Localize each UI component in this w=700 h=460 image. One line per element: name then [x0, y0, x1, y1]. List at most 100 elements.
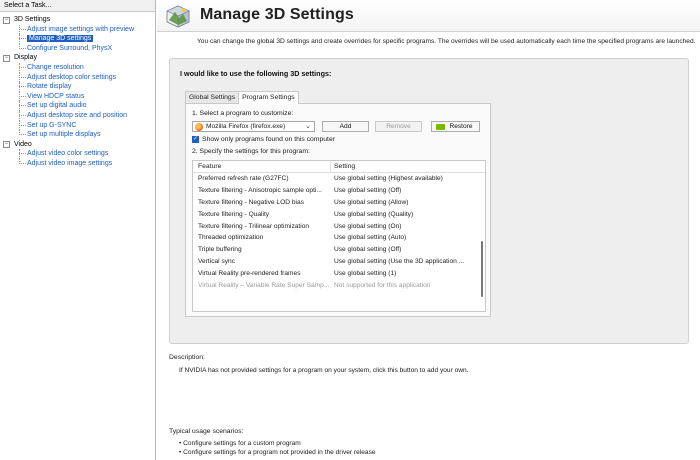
- table-row[interactable]: Threaded optimization Use global setting …: [193, 232, 485, 244]
- column-header-setting[interactable]: Setting: [331, 161, 477, 172]
- tree-category[interactable]: −3D Settings: [0, 15, 155, 25]
- description-label: Description:: [169, 354, 205, 361]
- tree-item-label: Configure Surround, PhysX: [27, 44, 113, 52]
- step1-label: 1. Select a program to customize:: [192, 110, 294, 117]
- intro-text: You can change the global 3D settings an…: [197, 38, 696, 45]
- tree-item[interactable]: Adjust video color settings: [0, 149, 155, 159]
- tree-connector: [19, 82, 26, 88]
- table-row[interactable]: Vertical sync Use global setting (Use the…: [193, 256, 485, 268]
- feature-cell: Vertical sync: [198, 258, 236, 266]
- tree-item[interactable]: Rotate display: [0, 82, 155, 92]
- tree-item[interactable]: Adjust desktop color settings: [0, 72, 155, 83]
- tree-item-label: Set up G-SYNC: [27, 121, 77, 129]
- collapse-icon[interactable]: −: [3, 16, 10, 24]
- tab-program-settings[interactable]: Program Settings: [238, 91, 299, 104]
- usage-item: Configure settings for a custom program: [179, 439, 376, 448]
- feature-cell: Texture filtering - Negative LOD bias: [198, 198, 304, 206]
- tree-item[interactable]: Adjust image settings with preview: [0, 24, 155, 35]
- setting-cell[interactable]: Not supported for this application: [331, 280, 477, 292]
- setting-cell[interactable]: Use global setting (Quality): [331, 209, 477, 221]
- tree-connector: [19, 158, 26, 164]
- tree-connector: [19, 25, 26, 30]
- tree-item[interactable]: Adjust desktop size and position: [0, 110, 155, 121]
- tree-item[interactable]: Adjust video image settings: [0, 158, 155, 169]
- setting-cell[interactable]: Use global setting (Off): [331, 185, 477, 197]
- tree-connector: [19, 149, 26, 155]
- feature-cell: Preferred refresh rate (G27FC): [198, 175, 289, 182]
- column-header-feature[interactable]: Feature: [193, 161, 331, 172]
- tree-item-label: Video: [14, 140, 32, 148]
- usage-label: Typical usage scenarios:: [169, 428, 244, 435]
- program-settings-panel: 1. Select a program to customize: Mozill…: [185, 103, 491, 317]
- setting-cell[interactable]: Use global setting (Auto): [331, 232, 477, 244]
- usage-item: Configure settings for a program not pro…: [179, 448, 375, 457]
- table-row[interactable]: Texture filtering - Quality Use global se…: [193, 209, 485, 221]
- grid-scrollbar[interactable]: [481, 241, 483, 297]
- settings-group: I would like to use the following 3D set…: [169, 58, 689, 344]
- program-select[interactable]: Mozilla Firefox (firefox.exe) ⌄: [192, 121, 315, 132]
- content-pane: Manage 3D Settings You can change the gl…: [157, 0, 700, 460]
- add-button[interactable]: Add: [322, 121, 369, 132]
- restore-button[interactable]: Restore: [431, 121, 480, 132]
- setting-cell[interactable]: Use global setting (Allow): [331, 197, 477, 209]
- show-only-row: ✓ Show only programs found on this compu…: [192, 136, 335, 143]
- setting-cell[interactable]: Use global setting (On): [331, 221, 477, 233]
- page-title: Manage 3D Settings: [200, 6, 354, 23]
- tree-item[interactable]: Set up G-SYNC: [0, 120, 155, 131]
- tree-item-label: Adjust image settings with preview: [27, 25, 134, 33]
- step2-label: 2. Specify the settings for this program…: [192, 148, 310, 155]
- restore-button-label: Restore: [449, 123, 473, 130]
- chevron-down-icon: ⌄: [305, 123, 311, 130]
- grid-body: Preferred refresh rate (G27FC) Use global…: [193, 173, 485, 292]
- feature-cell: Virtual Reality – Variable Rate Super Sa…: [198, 282, 330, 290]
- table-row[interactable]: Texture filtering - Negative LOD bias Use…: [193, 197, 485, 209]
- nvidia-3d-cube-icon: [166, 5, 190, 28]
- setting-cell[interactable]: Use global setting (Highest available): [331, 173, 477, 185]
- table-row[interactable]: Triple buffering Use global setting (Off): [193, 244, 485, 256]
- settings-heading: I would like to use the following 3D set…: [180, 69, 332, 78]
- tree-connector: [19, 63, 26, 68]
- feature-cell: Virtual Reality pre-rendered frames: [198, 270, 301, 278]
- tree-connector: [19, 121, 26, 126]
- collapse-icon[interactable]: −: [3, 141, 10, 149]
- table-row[interactable]: Texture filtering - Anisotropic sample o…: [193, 185, 485, 197]
- tree-connector: [19, 111, 26, 116]
- tree-connector: [19, 34, 26, 40]
- feature-cell: Texture filtering - Anisotropic sample o…: [198, 186, 322, 194]
- tree-category[interactable]: − Display: [0, 53, 155, 63]
- page-header: Manage 3D Settings: [157, 0, 700, 32]
- table-row[interactable]: Virtual Reality – Variable Rate Super Sa…: [193, 280, 485, 292]
- show-only-checkbox[interactable]: ✓: [192, 136, 199, 143]
- tree-item[interactable]: Configure Surround, PhysX: [0, 43, 155, 54]
- tree-item-label: Display: [14, 54, 37, 62]
- table-row[interactable]: Preferred refresh rate (G27FC) Use global…: [193, 173, 485, 185]
- table-row[interactable]: Texture filtering - Trilinear optimizati…: [193, 221, 485, 233]
- nvidia-logo-icon: [436, 123, 445, 130]
- tree-item[interactable]: Set up digital audio: [0, 101, 155, 111]
- tree-item-label: Set up digital audio: [27, 102, 87, 110]
- feature-cell: Texture filtering - Trilinear optimizati…: [198, 222, 310, 230]
- settings-tabs: Global Settings Program Settings: [185, 91, 299, 104]
- setting-cell[interactable]: Use global setting (Use the 3D applicati…: [331, 256, 477, 268]
- program-select-value: Mozilla Firefox (firefox.exe): [206, 123, 286, 130]
- tree-item-label: Adjust video color settings: [27, 150, 109, 158]
- tab-global-settings[interactable]: Global Settings: [185, 91, 240, 103]
- collapse-icon[interactable]: −: [3, 54, 10, 62]
- tree-connector: [19, 130, 26, 136]
- tree-item[interactable]: Set up multiple displays: [0, 130, 155, 140]
- grid-header: Feature Setting: [193, 161, 485, 173]
- tree-item-label: Adjust video image settings: [27, 159, 113, 167]
- setting-cell[interactable]: Use global setting (1): [331, 268, 477, 280]
- table-row[interactable]: Virtual Reality pre-rendered frames Use g…: [193, 268, 485, 280]
- tree-connector: [19, 73, 26, 78]
- tree-item-label: Set up multiple displays: [27, 131, 101, 139]
- tree-category[interactable]: − Video: [0, 140, 155, 150]
- remove-button[interactable]: Remove: [375, 121, 422, 132]
- tree-connector: [19, 92, 26, 97]
- tree-item-label: Manage 3D settings: [27, 35, 94, 43]
- feature-cell: Triple buffering: [198, 246, 242, 254]
- tree-item[interactable]: View HDCP status: [0, 91, 155, 102]
- setting-cell[interactable]: Use global setting (Off): [331, 244, 477, 256]
- tree-item[interactable]: Change resolution: [0, 62, 155, 73]
- tree-item-selected[interactable]: Manage 3D settings: [0, 34, 155, 44]
